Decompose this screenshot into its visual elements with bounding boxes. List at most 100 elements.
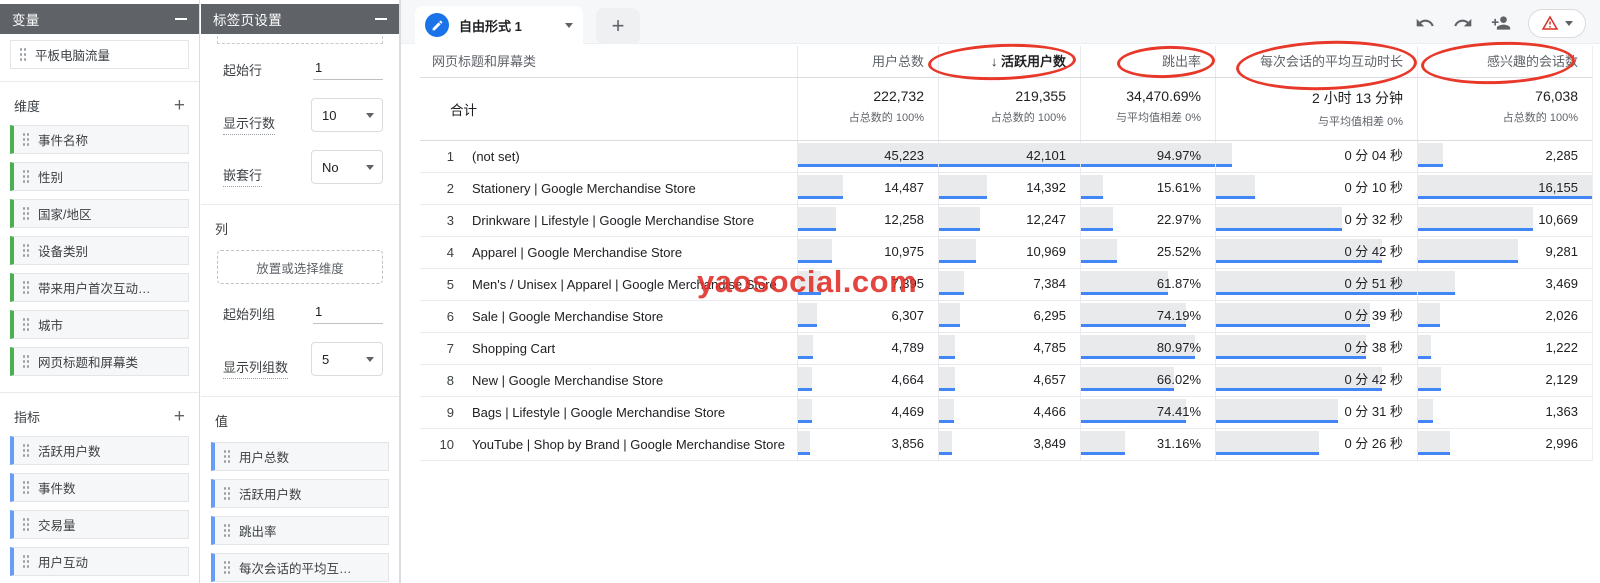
dimension-chip[interactable]: 国家/地区 — [10, 199, 189, 228]
value-cell-active: 10,969 — [938, 237, 1080, 268]
show-rows-dropdown[interactable]: 10 — [311, 98, 383, 132]
drag-handle-icon — [22, 206, 30, 221]
value-cell-active: 6,295 — [938, 301, 1080, 332]
chevron-down-icon — [366, 112, 374, 118]
value-cell-users: 6,307 — [797, 301, 938, 332]
start-row-label: 起始行 — [223, 62, 263, 78]
totals-cell-users: 222,732 占总数的 100% — [797, 78, 938, 140]
dimension-chip[interactable]: 事件名称 — [10, 125, 189, 154]
column-header-duration[interactable]: 每次会话的平均互动时长 — [1215, 46, 1417, 77]
dimension-chip[interactable]: 城市 — [10, 310, 189, 339]
table-row[interactable]: 3 Drinkware | Lifestyle | Google Merchand… — [420, 205, 1592, 237]
value-cell-duration: 0 分 42 秒 — [1215, 365, 1417, 396]
exploration-canvas: 自由形式 1 + 网页标题和屏幕类 用户总数 ↓ 活跃用户数 跳出率 每次会话的… — [400, 0, 1600, 583]
table-row[interactable]: 10 YouTube | Shop by Brand | Google Merch… — [420, 429, 1592, 461]
value-cell-active: 14,392 — [938, 173, 1080, 204]
nested-rows-dropdown[interactable]: No — [311, 150, 383, 184]
value-cell-engaged: 2,996 — [1417, 429, 1592, 460]
tab-settings-title: 标签页设置 — [213, 13, 282, 28]
dimension-chip-label: 性别 — [38, 171, 64, 185]
warning-status-button[interactable] — [1528, 8, 1586, 38]
totals-cell-engaged: 76,038 占总数的 100% — [1417, 78, 1592, 140]
value-chip-label: 每次会话的平均互… — [239, 562, 352, 576]
drag-handle-icon — [22, 480, 30, 495]
person-add-icon[interactable] — [1490, 12, 1512, 34]
value-cell-engaged: 16,155 — [1417, 173, 1592, 204]
drag-handle-icon — [22, 354, 30, 369]
undo-icon[interactable] — [1414, 12, 1436, 34]
chevron-down-icon — [366, 164, 374, 170]
start-row-input[interactable]: 1 — [313, 58, 383, 80]
table-row[interactable]: 4 Apparel | Google Merchandise Store 10,97… — [420, 237, 1592, 269]
table-row[interactable]: 1 (not set) 45,223 42,101 94.97% 0 分 04 秒 2,28… — [420, 141, 1592, 173]
table-row[interactable]: 6 Sale | Google Merchandise Store 6,307 6,2… — [420, 301, 1592, 333]
start-col-input[interactable]: 1 — [313, 302, 383, 324]
dimension-chip-label: 国家/地区 — [38, 208, 92, 222]
value-cell-bounce: 94.97% — [1080, 141, 1215, 172]
value-cell-engaged: 3,469 — [1417, 269, 1592, 300]
tab-settings-panel-header: 标签页设置 — [201, 4, 399, 34]
dimension-chip[interactable]: 网页标题和屏幕类 — [10, 347, 189, 376]
metric-chip[interactable]: 用户互动 — [10, 547, 189, 576]
redo-icon[interactable] — [1452, 12, 1474, 34]
columns-title: 列 — [215, 222, 229, 237]
metric-chip[interactable]: 活跃用户数 — [10, 436, 189, 465]
value-chip[interactable]: 每次会话的平均互… — [211, 553, 389, 582]
tab-freeform-1[interactable]: 自由形式 1 — [415, 6, 583, 44]
dimension-chip-list: 事件名称性别国家/地区设备类别带来用户首次互动… 城市网页标题和屏幕类 — [0, 125, 199, 376]
freeform-table: 网页标题和屏幕类 用户总数 ↓ 活跃用户数 跳出率 每次会话的平均互动时长 感兴趣的会话数… — [420, 46, 1592, 461]
metric-chip-list: 活跃用户数事件数交易量用户互动每次会话的平均互… — [0, 436, 199, 583]
metric-chip-label: 交易量 — [38, 519, 76, 533]
show-cols-dropdown[interactable]: 5 — [311, 342, 383, 376]
table-row[interactable]: 2 Stationery | Google Merchandise Store 14… — [420, 173, 1592, 205]
dimension-chip[interactable]: 设备类别 — [10, 236, 189, 265]
column-header-active[interactable]: ↓ 活跃用户数 — [938, 46, 1080, 77]
value-chip[interactable]: 活跃用户数 — [211, 479, 389, 508]
value-chip[interactable]: 用户总数 — [211, 442, 389, 471]
metric-chip[interactable]: 交易量 — [10, 510, 189, 539]
column-header-bounce[interactable]: 跳出率 — [1080, 46, 1215, 77]
minimize-icon[interactable] — [175, 18, 187, 20]
metrics-title: 指标 — [14, 410, 41, 425]
totals-label: 合计 — [450, 103, 477, 118]
table-row[interactable]: 9 Bags | Lifestyle | Google Merchandise S… — [420, 397, 1592, 429]
segment-chip-label: 平板电脑流量 — [35, 49, 111, 63]
table-row[interactable]: 7 Shopping Cart 4,789 4,785 80.97% 0 分 38 秒 1,… — [420, 333, 1592, 365]
column-header-engaged[interactable]: 感兴趣的会话数 — [1417, 46, 1592, 77]
dimensions-title: 维度 — [14, 99, 41, 114]
value-cell-active: 3,849 — [938, 429, 1080, 460]
add-tab-button[interactable]: + — [596, 8, 640, 44]
add-dimension-button[interactable]: + — [174, 96, 185, 115]
dimension-chip[interactable]: 性别 — [10, 162, 189, 191]
drag-handle-icon — [22, 169, 30, 184]
show-rows-label: 显示行数 — [223, 113, 311, 135]
metric-chip-label: 活跃用户数 — [38, 445, 101, 459]
value-cell-active: 7,384 — [938, 269, 1080, 300]
segment-chip[interactable]: 平板电脑流量 — [10, 40, 189, 69]
dimension-chip-label: 事件名称 — [38, 134, 89, 148]
value-cell-duration: 0 分 32 秒 — [1215, 205, 1417, 236]
column-header-users[interactable]: 用户总数 — [797, 46, 938, 77]
dimension-cell: 1 (not set) — [446, 149, 520, 164]
dimension-chip-label: 带来用户首次互动… — [38, 282, 151, 296]
add-metric-button[interactable]: + — [174, 407, 185, 426]
value-chip[interactable]: 跳出率 — [211, 516, 389, 545]
chevron-down-icon — [1565, 20, 1573, 26]
value-cell-bounce: 74.19% — [1080, 301, 1215, 332]
dimension-cell: 9 Bags | Lifestyle | Google Merchandise S… — [446, 405, 726, 420]
dropzone-fragment — [217, 36, 383, 44]
drag-handle-icon — [19, 47, 27, 62]
minimize-icon[interactable] — [375, 18, 387, 20]
metric-chip[interactable]: 事件数 — [10, 473, 189, 502]
value-cell-bounce: 74.41% — [1080, 397, 1215, 428]
metrics-section-header: 指标 + — [0, 407, 199, 426]
drag-handle-icon — [223, 560, 231, 575]
column-dimension-dropzone[interactable]: 放置或选择维度 — [217, 250, 383, 284]
value-cell-bounce: 66.02% — [1080, 365, 1215, 396]
ga4-exploration-screen: 变量 平板电脑流量 维度 + 事件名称 性别 国家/地区 设备类别 带来用户首次互动… 城… — [0, 0, 1600, 583]
dimension-chip[interactable]: 带来用户首次互动… — [10, 273, 189, 302]
table-row[interactable]: 8 New | Google Merchandise Store 4,664 4,65… — [420, 365, 1592, 397]
drag-handle-icon — [22, 132, 30, 147]
table-row[interactable]: 5 Men's / Unisex | Apparel | Google Merch… — [420, 269, 1592, 301]
tab-settings-panel: 标签页设置 起始行 1 显示行数 10 嵌套行 No 列 放置或选择维度 起始列… — [201, 0, 400, 583]
